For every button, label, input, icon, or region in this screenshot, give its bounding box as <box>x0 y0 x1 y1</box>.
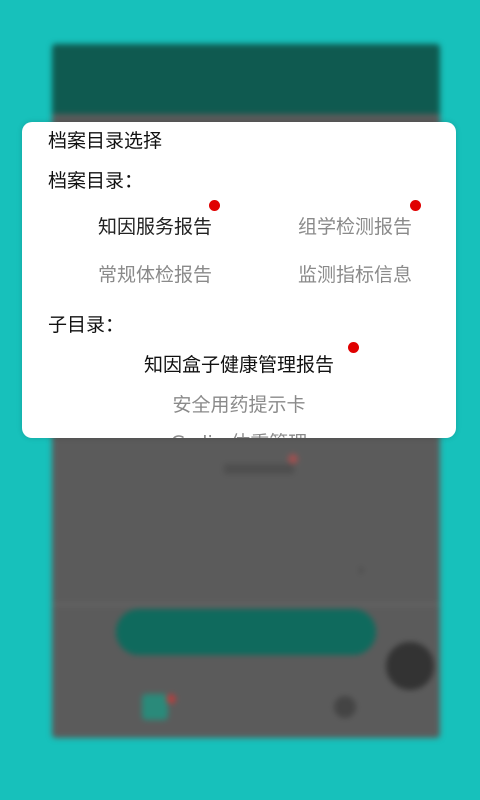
background-badge-dot <box>288 454 298 464</box>
background-tab-icon <box>142 694 168 720</box>
unread-dot-icon <box>348 342 359 353</box>
background-fab <box>386 642 434 690</box>
background-header <box>52 44 440 114</box>
background-chevron-icon: › <box>358 560 365 579</box>
sub-item-gslim-weight[interactable]: G-slim体重管理 <box>22 428 456 438</box>
archive-directory-label: 档案目录： <box>48 170 144 192</box>
sub-item-medication-card[interactable]: 安全用药提示卡 <box>22 390 456 417</box>
sub-directory-label: 子目录： <box>48 314 125 336</box>
background-profile-icon <box>334 696 356 718</box>
background-divider <box>52 604 440 605</box>
background-text-block <box>224 464 294 474</box>
background-button <box>116 609 376 655</box>
archive-directory-dialog: 档案目录选择 档案目录： 知因服务报告 组学检测报告 常规体检报告 监测指标信息… <box>22 122 456 438</box>
unread-dot-icon <box>410 200 421 211</box>
sub-item-box-health-report[interactable]: 知因盒子健康管理报告 <box>22 350 456 377</box>
archive-item-checkup-report[interactable]: 常规体检报告 <box>98 260 212 287</box>
archive-item-monitoring-info[interactable]: 监测指标信息 <box>298 260 412 287</box>
background-tab-badge <box>166 694 176 704</box>
dialog-title: 档案目录选择 <box>48 130 163 152</box>
archive-item-omics-report[interactable]: 组学检测报告 <box>298 212 412 239</box>
unread-dot-icon <box>209 200 220 211</box>
archive-item-service-report[interactable]: 知因服务报告 <box>98 212 212 239</box>
